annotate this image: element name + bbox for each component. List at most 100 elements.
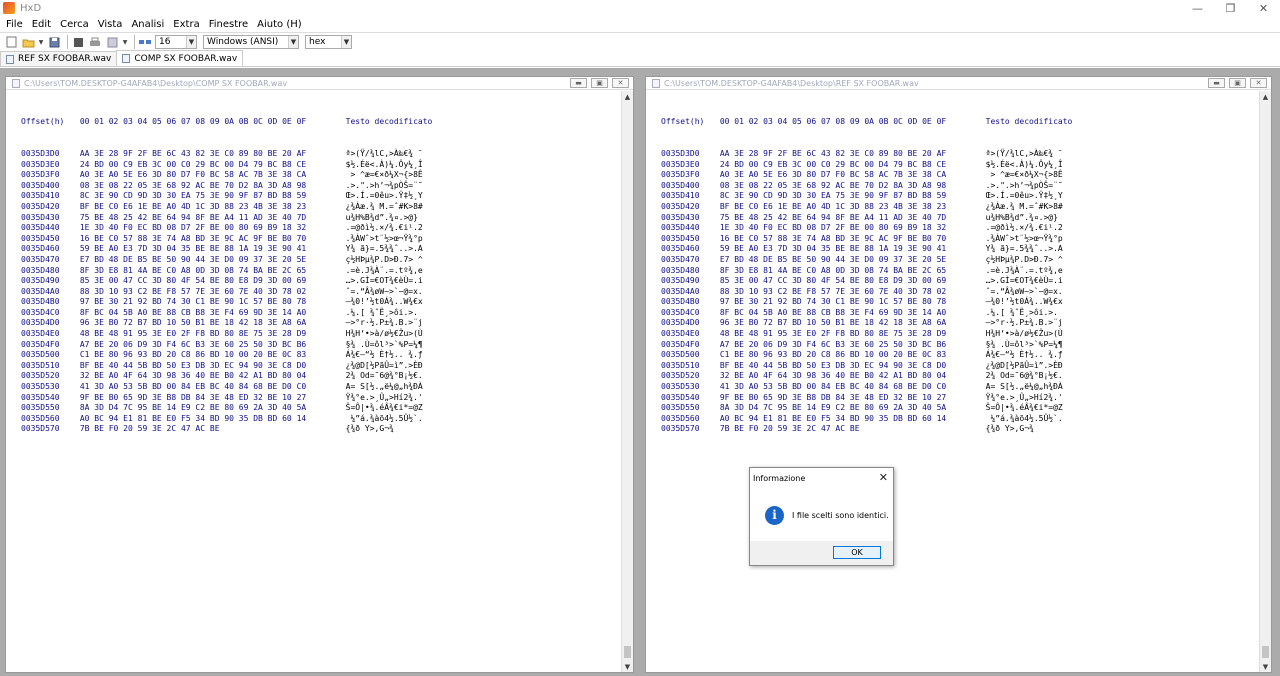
row-bytes[interactable]: E7 BD 48 DE B5 BE 50 90 44 3E D0 09 37 3… [80,255,341,266]
row-bytes[interactable]: 88 3D 10 93 C2 BE F8 57 7E 3E 60 7E 40 3… [720,287,981,298]
row-bytes[interactable]: 1E 3D 40 F0 EC BD 08 D7 2F BE 00 80 69 B… [720,223,981,234]
row-decoded-text[interactable]: H¾H‘•>à/ø½€Žu>(Ù [346,329,423,340]
tab-ref-file[interactable]: REF SX FOOBAR.wav [0,51,118,66]
row-decoded-text[interactable]: –>°r·½.P±¾.B.>¨j [346,318,423,329]
row-bytes[interactable]: A7 BE 20 06 D9 3D F4 6C B3 3E 60 25 50 3… [80,340,341,351]
row-bytes[interactable]: C1 BE 80 96 93 BD 20 C8 86 BD 10 00 20 B… [80,350,341,361]
row-decoded-text[interactable]: .>.".>h’¬¾pÒŠ=¨˜ [986,181,1063,192]
row-bytes[interactable]: A0 BC 94 E1 81 BE E0 F5 34 BD 90 35 DB B… [80,414,341,425]
hex-view[interactable]: Offset(h) 00 01 02 03 04 05 06 07 08 09 … [6,91,621,672]
row-decoded-text[interactable]: > ^æ=€×ð¼X¬{>8Ê [346,170,422,181]
row-decoded-text[interactable]: –>°r·½.P±¾.B.>¨j [986,318,1063,329]
menu-view[interactable]: Vista [92,19,126,30]
row-bytes[interactable]: 9F BE B0 65 9D 3E B8 DB 84 3E 48 ED 32 B… [80,393,341,404]
row-decoded-text[interactable]: u¾H%B¾d”.¾¤.­>@} [986,213,1058,224]
row-decoded-text[interactable]: ˆ=.“Â¾øW~>`~@=x. [986,287,1063,298]
row-bytes[interactable]: BF BE 40 44 5B BD 50 E3 DB 3D EC 94 90 3… [720,361,981,372]
save-all-icon[interactable] [71,35,85,49]
row-bytes[interactable]: 8C 3E 90 CD 9D 3D 30 EA 75 3E 90 9F 87 B… [80,191,341,202]
row-bytes[interactable]: 88 3D 10 93 C2 BE F8 57 7E 3E 60 7E 40 3… [80,287,341,298]
row-decoded-text[interactable]: ç½HÞµ¾P.D>Ð.7> ^ [346,255,423,266]
panel-maximize-button[interactable]: ▣ [1229,78,1246,88]
row-bytes[interactable]: BF BE 40 44 5B BD 50 E3 DB 3D EC 94 90 3… [80,361,341,372]
row-decoded-text[interactable]: Œ>.Í.=0êu>.Ÿ‡½¸Y [986,191,1063,202]
restore-button[interactable]: ❐ [1214,0,1247,16]
row-bytes[interactable]: 8F BC 04 5B A0 BE 88 CB B8 3E F4 69 9D 3… [80,308,341,319]
row-bytes[interactable]: 24 BD 00 C9 EB 3C 00 C0 29 BC 00 D4 79 B… [80,160,341,171]
menu-search[interactable]: Cerca [54,19,92,30]
row-bytes[interactable]: BF BE C0 E6 1E BE A0 4D 1C 3D 88 23 4B 3… [720,202,981,213]
row-bytes[interactable]: 16 BE C0 57 88 3E 74 A8 BD 3E 9C AC 9F B… [720,234,981,245]
row-decoded-text[interactable]: Á¾€–“½ È†½.. ¾.ƒ [986,350,1063,361]
chevron-down-icon[interactable]: ▼ [341,36,351,48]
chevron-down-icon[interactable]: ▼ [288,36,298,48]
row-bytes[interactable]: 7B BE F0 20 59 3E 2C 47 AC BE [80,424,341,435]
new-file-icon[interactable] [4,35,18,49]
row-bytes[interactable]: AA 3E 28 9F 2F BE 6C 43 82 3E C0 89 80 B… [80,149,341,160]
row-bytes[interactable]: 59 BE A0 E3 7D 3D 04 35 BE BE 88 1A 19 3… [80,244,341,255]
scroll-thumb[interactable] [1262,646,1269,658]
dropdown-arrow-icon[interactable]: ▼ [38,35,44,49]
row-decoded-text[interactable]: .¼.[ ¾ˆË¸>ôi.>. [986,308,1063,319]
row-bytes[interactable]: 85 3E 00 47 CC 3D 80 4F 54 BE 80 E8 D9 3… [80,276,341,287]
row-bytes[interactable]: 59 BE A0 E3 7D 3D 04 35 BE BE 88 1A 19 3… [720,244,981,255]
row-bytes[interactable]: 8F 3D E8 81 4A BE C0 A8 0D 3D 08 74 BA B… [80,266,341,277]
open-folder-icon[interactable] [21,35,35,49]
row-decoded-text[interactable]: ¼”á.¾àõ4½.5Û½`. [346,414,422,425]
row-decoded-text[interactable]: .>.".>h’¬¾pÒŠ=¨˜ [346,181,423,192]
row-decoded-text[interactable]: ¿¾@D[½PãÛ=ì”.>ÈÐ [986,361,1063,372]
charset-select[interactable]: Windows (ANSI) ▼ [203,35,299,49]
row-decoded-text[interactable]: …>.GÌ=€OT¾€èÙ=.i [346,276,423,287]
dropdown-arrow-icon[interactable]: ▼ [122,35,128,49]
row-bytes[interactable]: A7 BE 20 06 D9 3D F4 6C B3 3E 60 25 50 3… [720,340,981,351]
row-decoded-text[interactable]: H¾H‘•>à/ø½€Žu>(Ù [986,329,1063,340]
row-decoded-text[interactable]: —¾0!’½t0Á¾..W¾€x [346,297,423,308]
menu-edit[interactable]: Edit [26,19,54,30]
row-bytes[interactable]: 8A 3D D4 7C 95 BE 14 E9 C2 BE 80 69 2A 3… [80,403,341,414]
row-bytes[interactable]: A0 3E A0 5E E6 3D 80 D7 F0 BC 58 AC 7B 3… [720,170,981,181]
row-bytes[interactable]: A0 3E A0 5E E6 3D 80 D7 F0 BC 58 AC 7B 3… [80,170,341,181]
row-bytes[interactable]: C1 BE 80 96 93 BD 20 C8 86 BD 10 00 20 B… [720,350,981,361]
row-bytes[interactable]: 41 3D A0 53 5B BD 00 84 EB BC 40 84 68 B… [80,382,341,393]
row-decoded-text[interactable]: ç½HÞµ¾P.D>Ð.7> ^ [986,255,1063,266]
row-bytes[interactable]: 75 BE 48 25 42 BE 64 94 8F BE A4 11 AD 3… [80,213,341,224]
row-decoded-text[interactable]: A= S[½.„ë¼@„h¾ÐÀ [346,382,423,393]
row-decoded-text[interactable]: A= S[½.„ë¼@„h¾ÐÀ [986,382,1063,393]
row-bytes[interactable]: 75 BE 48 25 42 BE 64 94 8F BE A4 11 AD 3… [720,213,981,224]
row-decoded-text[interactable]: Œ>.Í.=0êu>.Ÿ‡½¸Y [346,191,423,202]
row-bytes[interactable]: 97 BE 30 21 92 BD 74 30 C1 BE 90 1C 57 B… [80,297,341,308]
minimize-button[interactable]: — [1181,0,1214,16]
row-decoded-text[interactable]: u¾H%B¾d”.¾¤.­>@} [346,213,418,224]
row-decoded-text[interactable]: §¾ .Ù=ôl³>`%P=¼¶ [986,340,1063,351]
row-decoded-text[interactable]: {¾ð Y>,G¬¾ [986,424,1034,435]
row-bytes[interactable]: 16 BE C0 57 88 3E 74 A8 BD 3E 9C AC 9F B… [80,234,341,245]
print-icon[interactable] [88,35,102,49]
row-decoded-text[interactable]: Š=Ô|•¾.éÂ¾€i*=@Z [346,403,423,414]
row-decoded-text[interactable]: ¿¾Àæ.¾ M.=ˆ#K>8# [986,202,1063,213]
row-decoded-text[interactable]: Š=Ô|•¾.éÂ¾€i*=@Z [986,403,1063,414]
bytes-per-row-select[interactable]: 16 ▼ [155,35,197,49]
row-decoded-text[interactable]: §¾ .Ù=ôl³>`%P=¼¶ [346,340,423,351]
row-bytes[interactable]: 96 3E B0 72 B7 BD 10 50 B1 BE 18 42 18 3… [720,318,981,329]
offset-base-select[interactable]: hex ▼ [305,35,352,49]
panel-close-button[interactable]: ✕ [612,78,629,88]
row-bytes[interactable]: 41 3D A0 53 5B BD 00 84 EB BC 40 84 68 B… [720,382,981,393]
close-window-button[interactable]: ✕ [1247,0,1280,16]
scroll-down-icon[interactable]: ▼ [1260,661,1271,672]
row-decoded-text[interactable]: —¾0!’½t0Á¾..W¾€x [986,297,1063,308]
tab-comp-file[interactable]: COMP SX FOOBAR.wav [116,50,244,66]
row-bytes[interactable]: 85 3E 00 47 CC 3D 80 4F 54 BE 80 E8 D9 3… [720,276,981,287]
row-bytes[interactable]: 1E 3D 40 F0 EC BD 08 D7 2F BE 00 80 69 B… [80,223,341,234]
panel-close-button[interactable]: ✕ [1250,78,1267,88]
row-decoded-text[interactable]: $½.Éë<.À)¼.Ôy¼¸Î [346,160,423,171]
menu-extra[interactable]: Extra [167,19,202,30]
row-decoded-text[interactable]: ¼”á.¾àõ4½.5Û½`. [986,414,1062,425]
row-decoded-text[interactable]: Y¾ ã}=.5¾¾ˆ..>.A [986,244,1063,255]
row-bytes[interactable]: 48 BE 48 91 95 3E E0 2F F8 BD 80 8E 75 3… [80,329,341,340]
menu-windows[interactable]: Finestre [203,19,251,30]
row-bytes[interactable]: 8F BC 04 5B A0 BE 88 CB B8 3E F4 69 9D 3… [720,308,981,319]
chevron-down-icon[interactable]: ▼ [186,36,196,48]
panel-minimize-button[interactable]: ▬ [570,78,587,88]
row-bytes[interactable]: 97 BE 30 21 92 BD 74 30 C1 BE 90 1C 57 B… [720,297,981,308]
row-bytes[interactable]: 48 BE 48 91 95 3E E0 2F F8 BD 80 8E 75 3… [720,329,981,340]
